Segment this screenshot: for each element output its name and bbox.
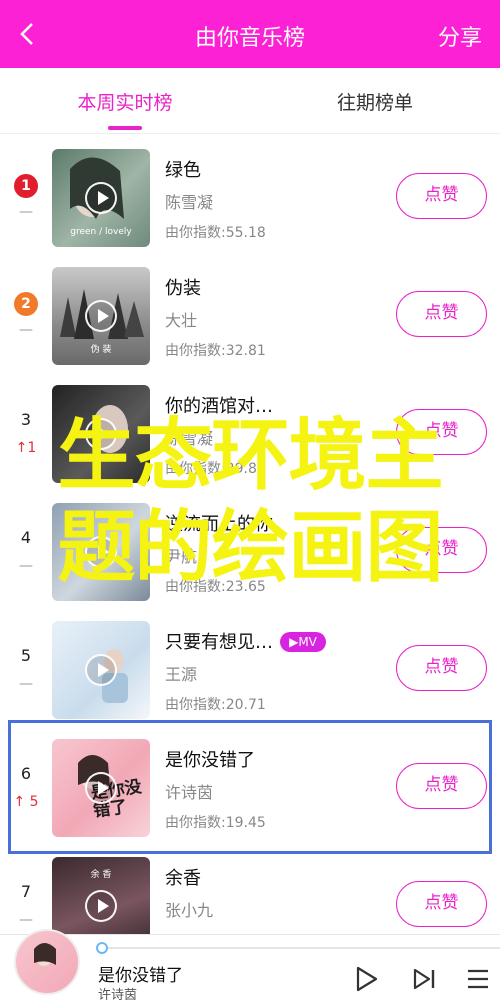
progress-bar[interactable] [102, 947, 500, 949]
share-button[interactable]: 分享 [438, 20, 482, 52]
song-title: 余香 [165, 868, 201, 889]
next-track-icon[interactable] [408, 963, 440, 995]
artist-name: 陈雪凝 [165, 193, 214, 212]
rank-change: — [19, 204, 33, 220]
rank-change: — [19, 912, 33, 928]
song-title: 只要有想见… [165, 632, 273, 653]
album-cover[interactable]: green / lovely [52, 149, 150, 247]
like-button[interactable]: 点赞 [396, 291, 487, 337]
popularity-index: 由你指数:55.18 [165, 225, 266, 241]
play-icon[interactable] [350, 963, 382, 995]
song-title: 你的酒馆对… [165, 396, 273, 417]
popularity-index: 由你指数:32.81 [165, 343, 266, 359]
list-item[interactable]: 4 — 逆流而上的你 尹航 由你指数:23.65 点赞 [0, 488, 500, 606]
play-icon[interactable] [85, 182, 117, 214]
play-icon[interactable] [85, 654, 117, 686]
list-item[interactable]: 3 ↑1 你的酒馆对… 陈雪凝 由你指数:29.85 点赞 [0, 370, 500, 488]
like-button[interactable]: 点赞 [396, 645, 487, 691]
now-playing-title: 是你没错了 [98, 966, 183, 986]
play-icon[interactable] [85, 890, 117, 922]
rank-change: — [19, 322, 33, 338]
like-button[interactable]: 点赞 [396, 173, 487, 219]
artist-name: 尹航 [165, 547, 198, 566]
rank-number: 5 [20, 646, 32, 665]
song-title: 伪装 [165, 278, 201, 299]
list-item[interactable]: 5 — 只要有想见… ▶MV 王源 由你指数:20.71 点赞 [0, 606, 500, 724]
like-button[interactable]: 点赞 [396, 881, 487, 927]
popularity-index: 由你指数:29.85 [165, 461, 266, 477]
rank-change: — [19, 558, 33, 574]
album-cover[interactable] [52, 385, 150, 483]
page-title: 由你音乐榜 [194, 26, 305, 51]
play-icon[interactable] [85, 300, 117, 332]
album-cover[interactable]: 伪 装 [52, 267, 150, 365]
rank-badge: 1 [14, 174, 38, 198]
list-item[interactable]: 2 — 伪 装 伪装 大壮 由你指数:32.81 点赞 [0, 252, 500, 370]
rank-number: 7 [20, 882, 32, 901]
cover-caption: 伪 装 [90, 345, 112, 355]
play-icon[interactable] [85, 536, 117, 568]
artist-name: 王源 [165, 665, 198, 684]
song-title: 逆流而上的你 [165, 514, 273, 535]
like-button[interactable]: 点赞 [396, 527, 487, 573]
artist-name: 陈雪凝 [165, 429, 214, 448]
tab-weekly-realtime[interactable]: 本周实时榜 [0, 88, 250, 115]
rank-number: 3 [20, 410, 32, 429]
top-app-bar: 由你音乐榜 分享 [0, 0, 500, 68]
selection-highlight-box [8, 720, 492, 854]
progress-handle[interactable] [96, 942, 108, 954]
rank-badge: 2 [14, 292, 38, 316]
list-item[interactable]: 1 — green / lovely 绿色 陈雪凝 由你指数:55.18 点赞 [0, 134, 500, 252]
tab-past-charts[interactable]: 往期榜单 [250, 88, 500, 115]
album-cover[interactable] [52, 621, 150, 719]
like-button[interactable]: 点赞 [396, 409, 487, 455]
mv-badge[interactable]: ▶MV [280, 632, 326, 652]
mv-badge-label: MV [298, 635, 317, 649]
rank-number: 4 [20, 528, 32, 547]
cover-caption: green / lovely [70, 227, 132, 237]
active-tab-indicator [108, 126, 142, 130]
now-playing-cover-art [34, 943, 56, 966]
rank-change: ↑1 [15, 440, 37, 456]
cover-caption: 余 香 [90, 870, 112, 880]
artist-name: 大壮 [165, 311, 198, 330]
rank-change: — [19, 676, 33, 692]
mini-player[interactable]: 是你没错了 许诗茵 [0, 929, 500, 1000]
chart-tabs: 本周实时榜 往期榜单 [0, 68, 500, 134]
playlist-icon[interactable] [462, 963, 494, 995]
popularity-index: 由你指数:20.71 [165, 697, 266, 713]
song-title: 绿色 [165, 160, 201, 181]
play-icon[interactable] [85, 418, 117, 450]
popularity-index: 由你指数:23.65 [165, 579, 266, 595]
now-playing-cover[interactable] [14, 929, 80, 995]
album-cover[interactable] [52, 503, 150, 601]
artist-name: 张小九 [165, 901, 214, 920]
now-playing-artist: 许诗茵 [98, 988, 138, 1000]
